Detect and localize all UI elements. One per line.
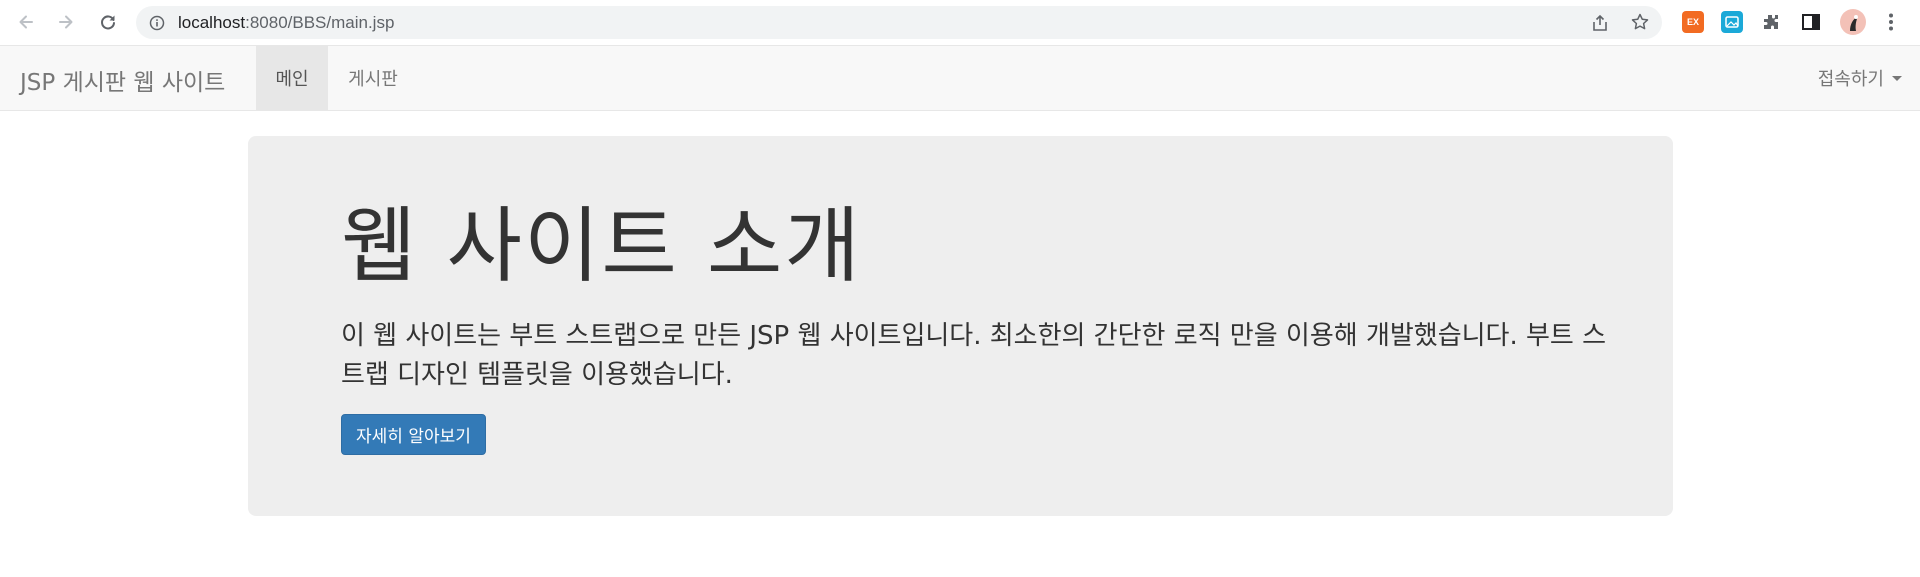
reload-icon[interactable]: [94, 8, 122, 36]
site-navbar: JSP 게시판 웹 사이트 메인 게시판 접속하기: [0, 45, 1920, 111]
url-text: localhost:8080/BBS/main.jsp: [178, 13, 394, 33]
forward-arrow-icon[interactable]: [52, 8, 80, 36]
nav-item-main[interactable]: 메인: [256, 46, 328, 110]
star-icon[interactable]: [1630, 12, 1650, 32]
connect-dropdown-label: 접속하기: [1817, 69, 1884, 90]
navbar-brand[interactable]: JSP 게시판 웹 사이트: [20, 63, 225, 97]
more-vert-icon[interactable]: [1880, 11, 1902, 33]
jumbotron: 웹 사이트 소개 이 웹 사이트는 부트 스트랩으로 만든 JSP 웹 사이트입…: [248, 136, 1673, 516]
url-host: localhost: [178, 13, 246, 32]
profile-avatar[interactable]: [1840, 9, 1866, 35]
learn-more-button[interactable]: 자세히 알아보기: [341, 414, 486, 455]
nav-item-board[interactable]: 게시판: [328, 46, 418, 110]
caret-down-icon: [1892, 75, 1902, 81]
extension-ex-icon[interactable]: EX: [1682, 11, 1704, 33]
back-arrow-icon[interactable]: [12, 8, 40, 36]
browser-toolbar: localhost:8080/BBS/main.jsp EX: [0, 0, 1920, 45]
connect-dropdown[interactable]: 접속하기: [1818, 46, 1902, 110]
address-bar[interactable]: localhost:8080/BBS/main.jsp: [136, 6, 1662, 39]
share-icon[interactable]: [1590, 13, 1610, 33]
side-panel-icon[interactable]: [1800, 11, 1822, 33]
info-icon[interactable]: [149, 15, 165, 31]
puzzle-icon[interactable]: [1760, 11, 1782, 33]
intro-text: 이 웹 사이트는 부트 스트랩으로 만든 JSP 웹 사이트입니다. 최소한의 …: [341, 321, 1607, 390]
page-title: 웹 사이트 소개: [341, 199, 862, 294]
extension-image-icon[interactable]: [1721, 11, 1743, 33]
url-path: :8080/BBS/main.jsp: [245, 13, 395, 32]
